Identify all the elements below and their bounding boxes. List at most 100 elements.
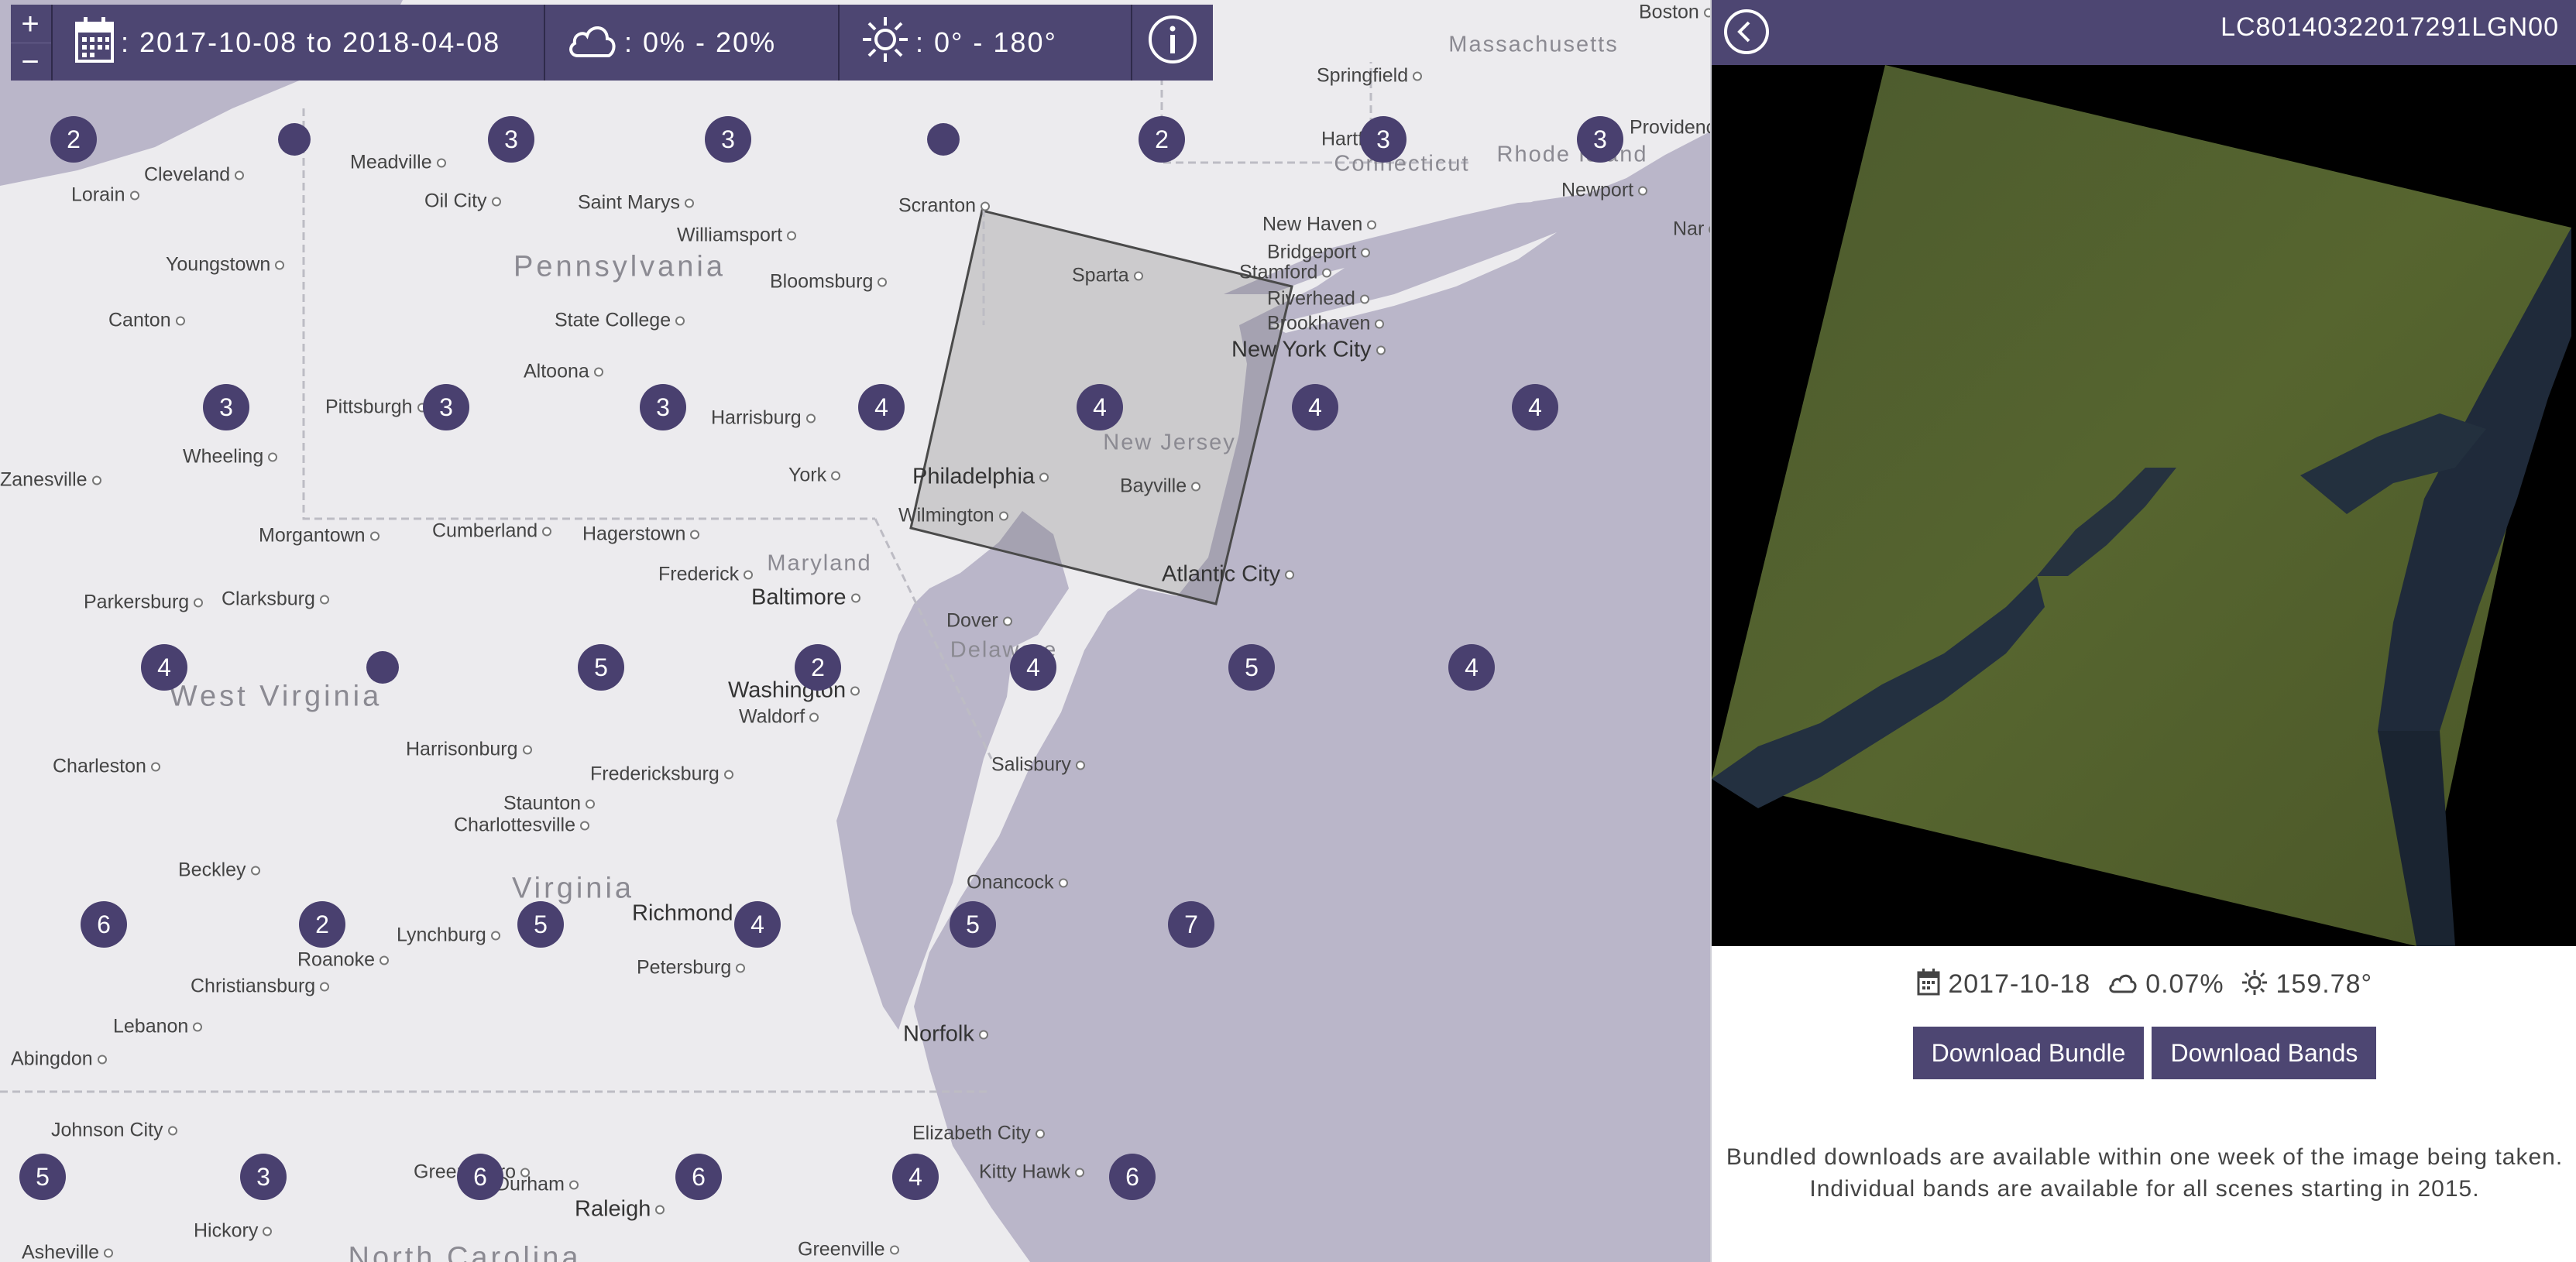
map-view[interactable]: Pennsylvania New Jersey Maryland Delawar… bbox=[0, 0, 1710, 1262]
city-label: Waldorf bbox=[739, 706, 823, 729]
scene-cluster-marker[interactable] bbox=[278, 123, 311, 156]
scene-cluster-marker[interactable]: 4 bbox=[858, 384, 905, 430]
city-dot bbox=[1375, 319, 1385, 329]
city-name: Cleveland bbox=[144, 163, 231, 186]
city-name: Nar bbox=[1673, 218, 1705, 240]
city-name: Wilmington bbox=[898, 504, 994, 526]
city-name: Hickory bbox=[194, 1219, 259, 1242]
scene-cluster-marker[interactable]: 6 bbox=[457, 1154, 503, 1200]
cloud-cover-filter[interactable]: : 0% - 20% bbox=[545, 5, 840, 81]
city-dot bbox=[1376, 345, 1386, 355]
city-label: Morgantown bbox=[259, 525, 384, 547]
scene-cluster-marker[interactable]: 5 bbox=[578, 644, 624, 691]
scene-cluster-marker[interactable]: 4 bbox=[1010, 644, 1056, 691]
city-name: Bloomsburg bbox=[770, 270, 874, 293]
scene-cluster-marker[interactable]: 2 bbox=[1139, 116, 1185, 163]
city-name: State College bbox=[555, 309, 671, 331]
city-name: Dover bbox=[946, 609, 998, 632]
city-name: Harrisburg bbox=[711, 406, 802, 429]
city-label: Salisbury bbox=[991, 754, 1090, 777]
city-name: Fredericksburg bbox=[590, 763, 720, 785]
city-name: York bbox=[788, 464, 827, 486]
city-dot bbox=[787, 231, 797, 241]
city-dot bbox=[129, 190, 139, 201]
scene-cluster-marker[interactable]: 4 bbox=[1292, 384, 1338, 430]
scene-cluster-marker[interactable]: 3 bbox=[705, 116, 751, 163]
scene-cluster-marker[interactable]: 2 bbox=[795, 644, 841, 691]
city-label: Baltimore bbox=[751, 585, 865, 611]
city-dot bbox=[850, 686, 860, 696]
city-label: Boston bbox=[1639, 2, 1710, 24]
scene-cluster-marker[interactable]: 6 bbox=[81, 901, 127, 948]
scene-cluster-marker[interactable]: 6 bbox=[675, 1154, 722, 1200]
scene-cluster-marker[interactable]: 5 bbox=[517, 901, 564, 948]
city-name: Riverhead bbox=[1267, 287, 1355, 310]
city-dot bbox=[736, 963, 746, 973]
city-label: Dover bbox=[946, 610, 1017, 633]
scene-cluster-marker[interactable]: 4 bbox=[1512, 384, 1558, 430]
scene-cluster-marker[interactable] bbox=[366, 651, 399, 684]
scene-cluster-marker[interactable]: 3 bbox=[240, 1154, 287, 1200]
scene-cluster-marker[interactable]: 3 bbox=[423, 384, 469, 430]
city-name: Youngstown bbox=[166, 253, 271, 276]
scene-cluster-marker[interactable] bbox=[927, 123, 960, 156]
back-button[interactable] bbox=[1724, 9, 1769, 54]
city-name: Scranton bbox=[898, 194, 977, 217]
city-dot bbox=[675, 316, 685, 326]
city-label: Pittsburgh bbox=[325, 396, 431, 419]
city-dot bbox=[194, 598, 204, 608]
city-dot bbox=[878, 277, 888, 287]
scene-detail-panel: LC80140322017291LGN00 2017-10-18 0.07% 1… bbox=[1710, 0, 2576, 1262]
scene-cluster-marker[interactable]: 3 bbox=[1577, 116, 1623, 163]
note-line: Individual bands are available for all s… bbox=[1809, 1176, 2480, 1202]
scene-cluster-marker[interactable]: 4 bbox=[1448, 644, 1495, 691]
city-dot bbox=[1638, 186, 1648, 196]
scene-cluster-marker[interactable]: 5 bbox=[950, 901, 996, 948]
scene-cluster-marker[interactable]: 3 bbox=[488, 116, 534, 163]
city-label: Harrisonburg bbox=[406, 739, 537, 761]
scene-cluster-marker[interactable]: 2 bbox=[299, 901, 345, 948]
scene-id: LC80140322017291LGN00 bbox=[2221, 12, 2559, 42]
scene-cluster-marker[interactable]: 6 bbox=[1109, 1154, 1156, 1200]
city-label: Clarksburg bbox=[222, 588, 334, 611]
zoom-control: + − bbox=[11, 5, 53, 81]
zoom-out-button[interactable]: − bbox=[11, 43, 51, 81]
city-label: Bridgeport bbox=[1267, 242, 1375, 264]
city-label: Altoona bbox=[524, 361, 608, 383]
info-icon bbox=[1147, 14, 1198, 72]
city-dot bbox=[1322, 268, 1332, 278]
city-name: Baltimore bbox=[751, 585, 847, 610]
back-arrow-icon bbox=[1737, 21, 1750, 43]
scene-cluster-marker[interactable]: 5 bbox=[19, 1154, 66, 1200]
scene-cluster-marker[interactable]: 4 bbox=[141, 644, 187, 691]
city-label: Roanoke bbox=[297, 949, 393, 972]
download-bands-button[interactable]: Download Bands bbox=[2152, 1027, 2377, 1079]
city-label: Sparta bbox=[1072, 265, 1148, 287]
scene-cluster-marker[interactable]: 4 bbox=[1077, 384, 1123, 430]
city-label: Harrisburg bbox=[711, 407, 820, 430]
city-dot bbox=[193, 1022, 203, 1032]
city-label: Elizabeth City bbox=[912, 1123, 1049, 1145]
region-label: Massachusetts bbox=[1448, 32, 1619, 57]
scene-cluster-marker[interactable]: 3 bbox=[640, 384, 686, 430]
scene-cluster-marker[interactable]: 5 bbox=[1228, 644, 1275, 691]
city-dot bbox=[744, 570, 754, 580]
scene-cluster-marker[interactable]: 2 bbox=[50, 116, 97, 163]
scene-cluster-marker[interactable]: 3 bbox=[1360, 116, 1406, 163]
scene-cluster-marker[interactable]: 3 bbox=[203, 384, 249, 430]
sun-angle-filter[interactable]: : 0° - 180° bbox=[840, 5, 1132, 81]
info-button[interactable] bbox=[1132, 5, 1213, 81]
scene-cluster-marker[interactable]: 4 bbox=[892, 1154, 939, 1200]
scene-cluster-marker[interactable]: 7 bbox=[1168, 901, 1214, 948]
download-bundle-button[interactable]: Download Bundle bbox=[1912, 1027, 2145, 1079]
city-dot bbox=[809, 712, 819, 722]
city-label: Greenville bbox=[798, 1239, 904, 1261]
zoom-in-button[interactable]: + bbox=[11, 5, 51, 43]
city-name: Brookhaven bbox=[1267, 312, 1371, 334]
city-name: New Haven bbox=[1262, 213, 1363, 235]
note-line: Bundled downloads are available within o… bbox=[1726, 1144, 2564, 1170]
date-range-filter[interactable]: : 2017-10-08 to 2018-04-08 bbox=[53, 5, 545, 81]
city-dot bbox=[1075, 1168, 1085, 1178]
scene-cluster-marker[interactable]: 4 bbox=[734, 901, 781, 948]
city-name: Lebanon bbox=[113, 1015, 189, 1037]
